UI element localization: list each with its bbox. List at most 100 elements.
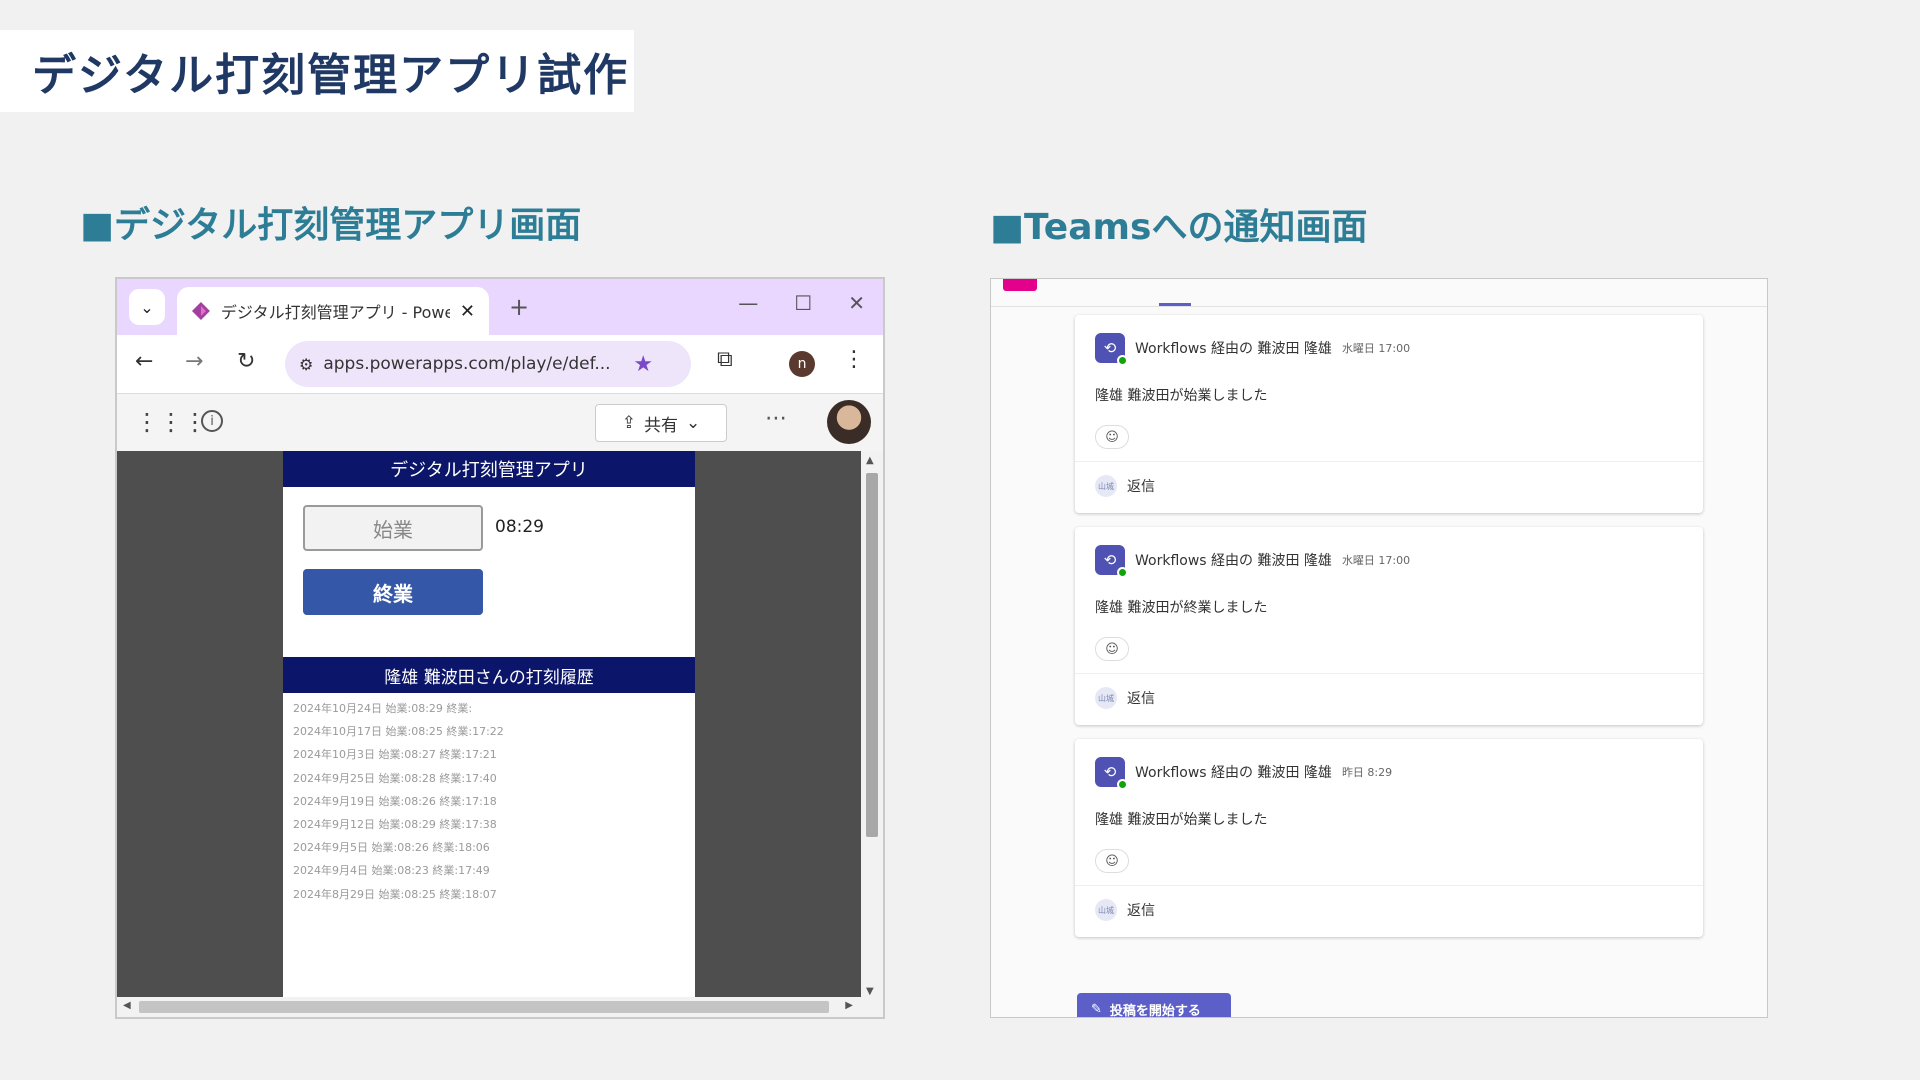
reload-icon[interactable]: ↻ [237,349,255,374]
section-title-teams: ■Teamsへの通知画面 [990,207,1368,248]
message-time: 水曜日 17:00 [1341,554,1411,567]
scroll-up-icon[interactable]: ▲ [866,455,874,466]
bookmark-star-icon[interactable]: ★ [633,352,653,377]
message-sender: Workflows 経由の 難波田 隆雄 [1135,765,1332,781]
back-arrow-icon[interactable]: ← [135,349,153,374]
reply-label: 返信 [1127,479,1155,495]
add-reaction-icon[interactable]: ☺ [1095,849,1129,873]
online-status-icon [1117,779,1128,790]
vertical-scrollbar[interactable]: ▲ ▼ [861,451,883,1001]
reply-label: 返信 [1127,691,1155,707]
message-body: 隆雄 難波田が始業しました [1095,812,1268,828]
online-status-icon [1117,567,1128,578]
start-post-label: 投稿を開始する [1109,1003,1201,1018]
history-item: 2024年9月19日 始業:08:26 終業:17:18 [293,794,497,808]
share-label: 共有 [644,415,678,436]
url-text: apps.powerapps.com/play/e/def... [323,354,611,374]
divider [1075,885,1703,886]
tab-search-chevron-icon[interactable]: ⌄ [129,289,165,325]
minimize-icon[interactable]: — [738,291,758,315]
chevron-down-icon: ⌄ [686,413,701,433]
active-tab-indicator [1159,303,1191,306]
workflows-icon: ⟲ [1095,757,1128,790]
user-avatar[interactable] [827,400,871,444]
close-window-icon[interactable]: ✕ [848,291,865,315]
share-button[interactable]: ⇪ 共有 ⌄ [595,404,727,442]
history-item: 2024年8月29日 始業:08:25 終業:18:07 [293,887,497,901]
message-header: ⟲ Workflows 経由の 難波田 隆雄 水曜日 17:00 [1095,333,1411,366]
compose-icon: ✎ [1091,1001,1102,1017]
tab-close-icon[interactable]: ✕ [460,301,475,322]
tab-title: デジタル打刻管理アプリ - Power A [220,303,450,322]
add-reaction-icon[interactable]: ☺ [1095,425,1129,449]
browser-window: ⌄ デジタル打刻管理アプリ - Power A ✕ + — ☐ ✕ ← → ↻ … [115,277,885,1019]
extensions-puzzle-icon[interactable]: ⧉ [717,347,733,372]
clock-in-button[interactable]: 始業 [303,505,483,551]
share-icon: ⇪ [621,413,636,433]
horizontal-scroll-thumb[interactable] [139,1001,829,1013]
maximize-icon[interactable]: ☐ [794,291,812,315]
powerapps-favicon-icon [191,302,210,320]
address-bar[interactable]: ⚙ apps.powerapps.com/play/e/def... ★ [285,341,691,387]
browser-menu-icon[interactable]: ⋮ [843,347,865,372]
reply-label: 返信 [1127,903,1155,919]
message-sender: Workflows 経由の 難波田 隆雄 [1135,341,1332,357]
info-icon[interactable]: i [201,410,223,432]
teams-channel: ⟲ Workflows 経由の 難波田 隆雄 水曜日 17:00 隆雄 難波田が… [990,278,1768,1018]
reply-button[interactable]: 山城 返信 [1095,899,1155,921]
history-header: 隆雄 難波田さんの打刻履歴 [283,657,695,693]
forward-arrow-icon[interactable]: → [185,349,203,374]
workflows-icon: ⟲ [1095,333,1128,366]
section-title-app: ■デジタル打刻管理アプリ画面 [80,205,582,246]
profile-avatar[interactable]: n [789,351,815,377]
slide-title-box: デジタル打刻管理アプリ試作 [0,30,634,112]
teams-message-card: ⟲ Workflows 経由の 難波田 隆雄 水曜日 17:00 隆雄 難波田が… [1075,315,1703,513]
site-settings-icon[interactable]: ⚙ [299,355,313,374]
divider [1075,673,1703,674]
more-options-icon[interactable]: ⋯ [765,406,787,431]
clock-out-button[interactable]: 終業 [303,569,483,615]
message-time: 昨日 8:29 [1341,766,1393,779]
vertical-scroll-thumb[interactable] [866,473,878,837]
timeclock-app: デジタル打刻管理アプリ 始業 08:29 終業 隆雄 難波田さんの打刻履歴 20… [283,451,695,1001]
history-item: 2024年9月4日 始業:08:23 終業:17:49 [293,864,490,878]
teams-channel-icon [1003,279,1037,291]
app-canvas: デジタル打刻管理アプリ 始業 08:29 終業 隆雄 難波田さんの打刻履歴 20… [117,451,883,1001]
teams-message-card: ⟲ Workflows 経由の 難波田 隆雄 水曜日 17:00 隆雄 難波田が… [1075,527,1703,725]
history-item: 2024年9月12日 始業:08:29 終業:17:38 [293,817,497,831]
history-item: 2024年10月17日 始業:08:25 終業:17:22 [293,725,504,739]
powerapps-header-bar: ⋮⋮⋮ i ⇪ 共有 ⌄ ⋯ [117,393,883,451]
browser-tab-active[interactable]: デジタル打刻管理アプリ - Power A ✕ [177,287,489,335]
message-body: 隆雄 難波田が始業しました [1095,388,1268,404]
app-header: デジタル打刻管理アプリ [283,451,695,487]
message-sender: Workflows 経由の 難波田 隆雄 [1135,553,1332,569]
teams-message-card: ⟲ Workflows 経由の 難波田 隆雄 昨日 8:29 隆雄 難波田が始業… [1075,739,1703,937]
scroll-down-icon[interactable]: ▼ [866,986,874,997]
reply-avatar: 山城 [1095,475,1117,497]
slide-title: デジタル打刻管理アプリ試作 [32,50,630,101]
clock-in-time: 08:29 [495,517,544,537]
reply-avatar: 山城 [1095,899,1117,921]
reply-avatar: 山城 [1095,687,1117,709]
horizontal-scrollbar[interactable]: ◀ ▶ [117,997,883,1017]
reply-button[interactable]: 山城 返信 [1095,475,1155,497]
reply-button[interactable]: 山城 返信 [1095,687,1155,709]
add-reaction-icon[interactable]: ☺ [1095,637,1129,661]
online-status-icon [1117,355,1128,366]
history-item: 2024年9月25日 始業:08:28 終業:17:40 [293,771,497,785]
message-header: ⟲ Workflows 経由の 難波田 隆雄 水曜日 17:00 [1095,545,1411,578]
message-time: 水曜日 17:00 [1341,342,1411,355]
message-body: 隆雄 難波田が終業しました [1095,600,1268,616]
history-list: 2024年10月24日 始業:08:29 終業: 2024年10月17日 始業:… [293,697,504,906]
browser-toolbar: ← → ↻ ⚙ apps.powerapps.com/play/e/def...… [117,335,883,393]
scroll-left-icon[interactable]: ◀ [123,1000,131,1011]
workflows-icon: ⟲ [1095,545,1128,578]
history-item: 2024年9月5日 始業:08:26 終業:18:06 [293,841,490,855]
window-controls: — ☐ ✕ [738,291,865,315]
message-header: ⟲ Workflows 経由の 難波田 隆雄 昨日 8:29 [1095,757,1393,790]
new-tab-button[interactable]: + [509,293,529,321]
scroll-right-icon[interactable]: ▶ [845,1000,853,1011]
start-post-button[interactable]: ✎ 投稿を開始する [1077,993,1231,1018]
app-launcher-waffle-icon[interactable]: ⋮⋮⋮ [135,408,207,436]
divider [1075,461,1703,462]
